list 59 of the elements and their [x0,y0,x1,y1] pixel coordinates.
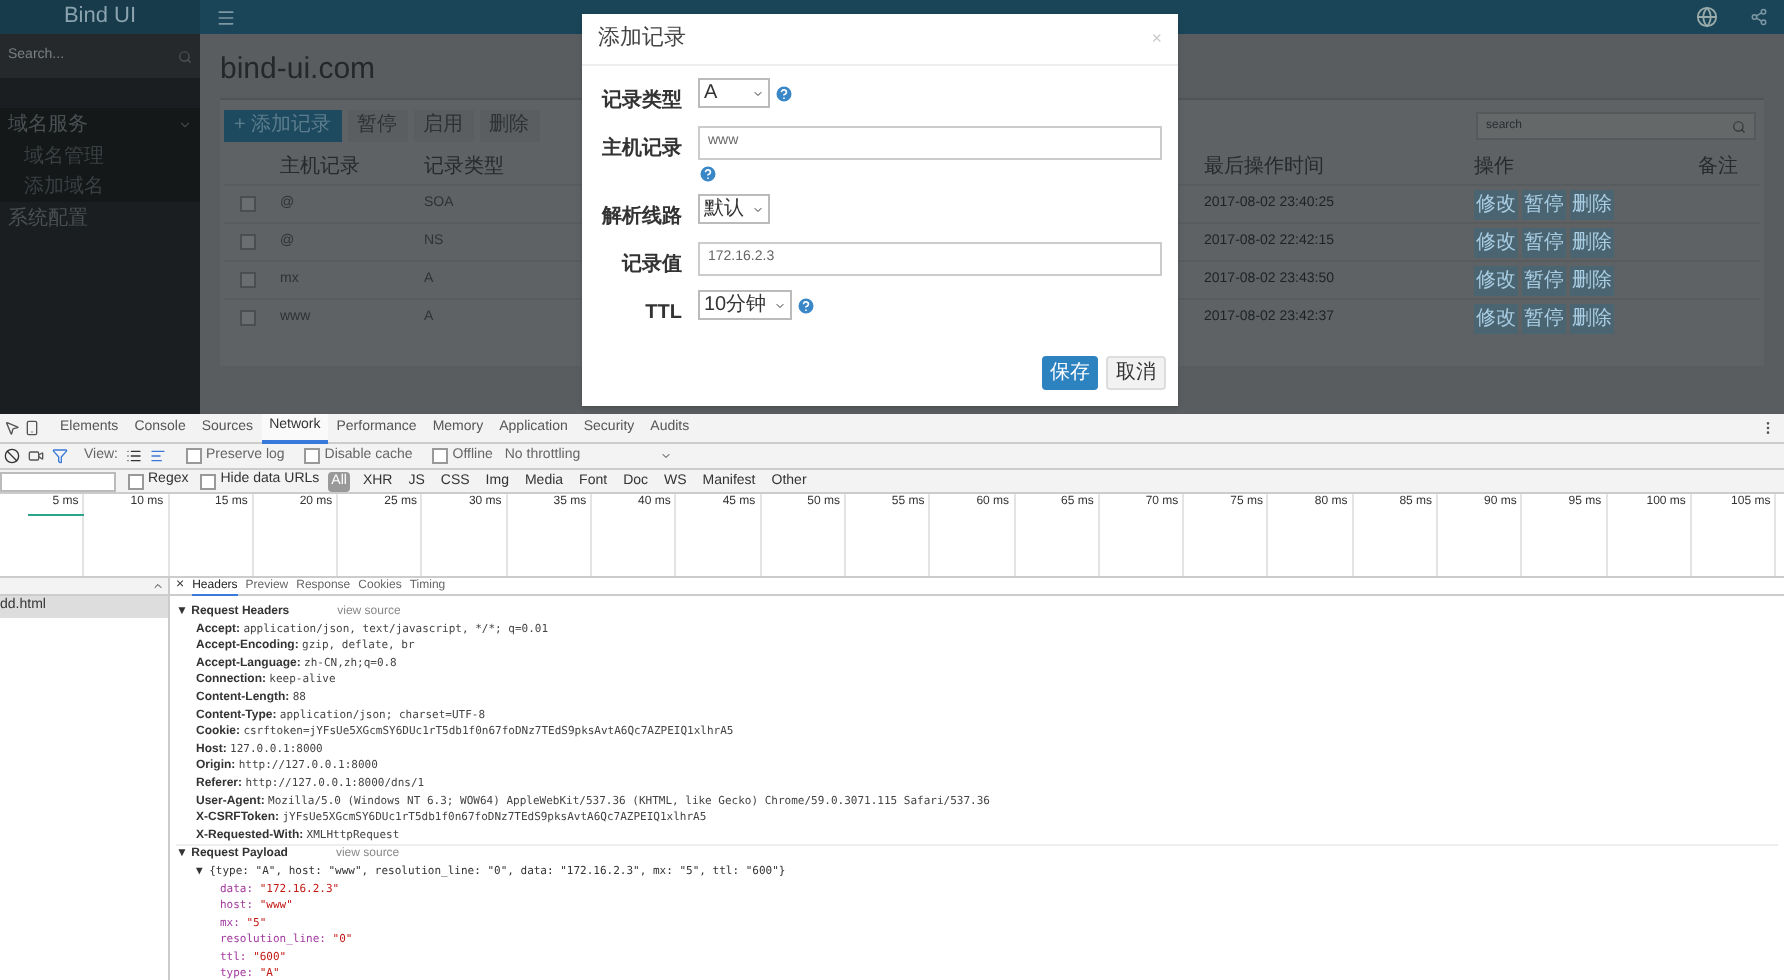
dropdown[interactable]: 默认 [698,194,770,224]
action-link[interactable]: 修改 [1474,265,1518,295]
action-link[interactable]: 删除 [1570,189,1614,219]
dialog-button[interactable]: 保存 [1042,356,1098,390]
column-header: 最后操作时间 [1204,153,1326,181]
action-link[interactable]: 删除 [1570,265,1614,295]
checkbox[interactable] [304,448,321,464]
action-link[interactable]: 暂停 [1522,189,1566,219]
dialog-button[interactable]: 取消 [1106,356,1166,390]
field-label: 解析线路 [599,203,682,232]
clear-icon[interactable] [4,448,20,464]
camera-icon[interactable] [28,448,44,464]
action-link[interactable]: 修改 [1474,189,1518,219]
column-header: 记录类型 [424,153,506,181]
menu-icon[interactable] [216,7,236,27]
device-icon[interactable] [24,420,40,436]
filter-field[interactable] [0,471,116,491]
chevron-icon [178,118,192,132]
checkbox[interactable] [432,448,449,464]
checkbox[interactable] [240,272,256,288]
action-link[interactable]: 暂停 [1522,303,1566,333]
column-header: 主机记录 [280,153,362,181]
waterfall-icon[interactable] [150,448,166,464]
column-header: 备注 [1698,153,1738,181]
checkbox[interactable] [240,234,256,250]
column-header: 操作 [1474,153,1516,181]
field-label: TTL [643,300,682,328]
help-icon[interactable] [774,83,794,103]
action-link[interactable]: 暂停 [1522,265,1566,295]
share-icon[interactable] [1750,8,1768,26]
caret-icon [752,87,764,99]
help-icon[interactable] [796,295,817,315]
action-link[interactable]: 删除 [1570,303,1614,333]
inspect-icon[interactable] [4,420,20,436]
field-label: 记录值 [619,251,682,280]
search-icon[interactable] [1732,119,1746,133]
action-link[interactable]: 修改 [1474,303,1518,333]
sort-icon[interactable] [152,580,164,592]
caret-icon [774,299,787,311]
caret-icon [660,450,673,462]
help-icon[interactable] [698,164,718,184]
field-label: 记录类型 [599,87,682,116]
action-link[interactable]: 删除 [1570,227,1614,257]
field-label: 主机记录 [600,134,682,164]
checkbox[interactable] [200,473,217,489]
search-icon[interactable] [178,49,192,63]
app-logo: Bind UI [63,2,137,33]
action-link[interactable]: 修改 [1474,227,1518,257]
list-view-icon[interactable] [126,448,142,464]
filter-icon[interactable] [52,448,68,464]
checkbox[interactable] [128,473,144,489]
action-link[interactable]: 暂停 [1522,227,1566,257]
dropdown[interactable]: 10分钟 [698,290,793,320]
checkbox[interactable] [240,310,256,326]
modal-title: 添加记录 [598,24,686,55]
caret-icon [752,203,764,215]
checkbox[interactable] [186,448,202,464]
checkbox[interactable] [240,196,256,212]
dropdown[interactable]: A [698,78,770,108]
